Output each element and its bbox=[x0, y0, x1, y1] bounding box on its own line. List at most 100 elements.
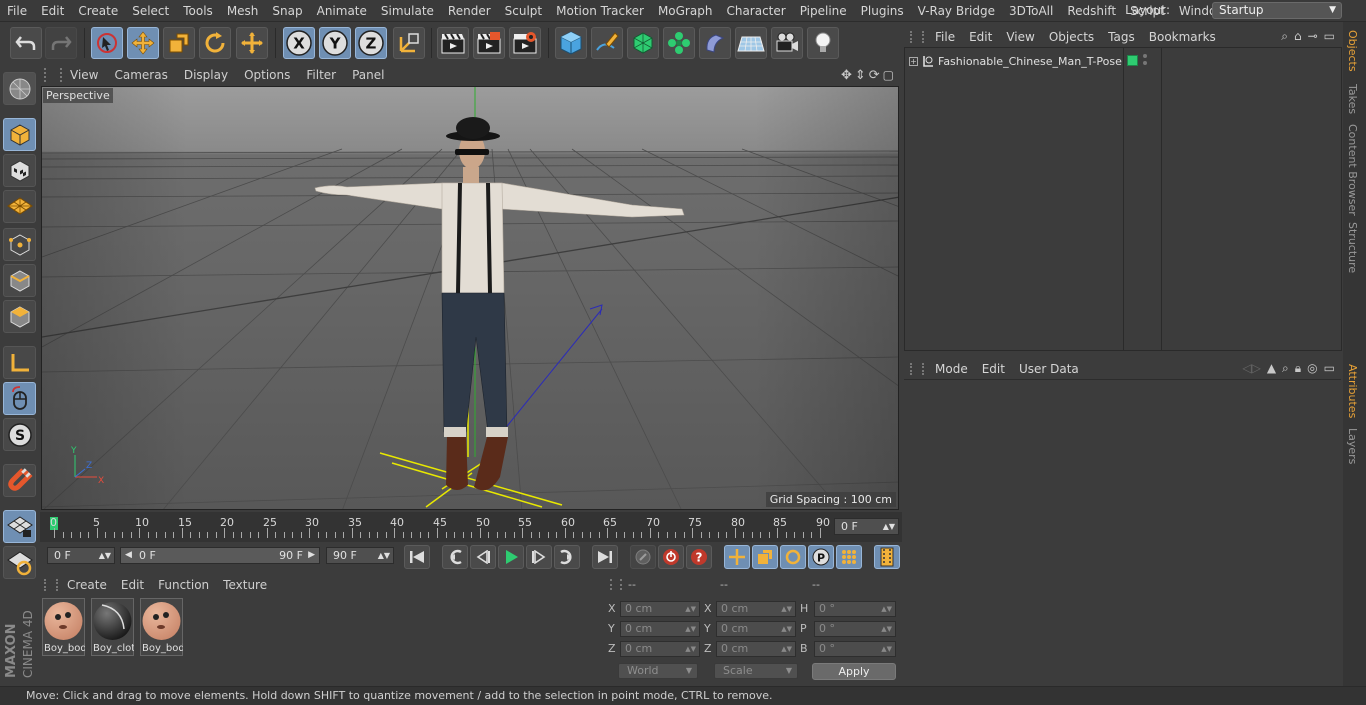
target-icon[interactable]: ◎ bbox=[1307, 361, 1317, 376]
material-menu-texture[interactable]: Texture bbox=[216, 578, 274, 592]
undo-button[interactable] bbox=[10, 27, 42, 59]
menu-redshift[interactable]: Redshift bbox=[1060, 4, 1123, 18]
quantize-button[interactable] bbox=[3, 546, 36, 579]
position-key-toggle[interactable] bbox=[724, 545, 750, 569]
menu-mesh[interactable]: Mesh bbox=[220, 4, 266, 18]
lock-icon[interactable]: 🔒︎ bbox=[1295, 361, 1301, 376]
home-icon[interactable]: ⌂ bbox=[1294, 29, 1302, 44]
editor-visibility-dot[interactable] bbox=[1143, 54, 1147, 58]
viewport-menu-options[interactable]: Options bbox=[236, 68, 298, 82]
scale-key-toggle[interactable] bbox=[752, 545, 778, 569]
edges-mode-button[interactable] bbox=[3, 264, 36, 297]
model-mode-button[interactable] bbox=[3, 118, 36, 151]
menu-sculpt[interactable]: Sculpt bbox=[498, 4, 549, 18]
next-key-button[interactable] bbox=[554, 545, 580, 569]
go-to-end-button[interactable] bbox=[592, 545, 618, 569]
new-view-icon[interactable]: ▭ bbox=[1324, 361, 1335, 376]
rotate-view-icon[interactable]: ⟳ bbox=[869, 68, 880, 83]
material-menu-function[interactable]: Function bbox=[151, 578, 216, 592]
tab-takes[interactable]: Takes bbox=[1346, 84, 1359, 114]
material-menu-create[interactable]: Create bbox=[60, 578, 114, 592]
x-axis-lock-button[interactable]: X bbox=[283, 27, 315, 59]
menu-simulate[interactable]: Simulate bbox=[374, 4, 441, 18]
tab-attributes[interactable]: Attributes bbox=[1346, 364, 1359, 418]
live-selection-button[interactable] bbox=[91, 27, 123, 59]
start-frame-field[interactable]: 0 F ▲▼ bbox=[47, 547, 115, 564]
menu-render[interactable]: Render bbox=[441, 4, 498, 18]
menu-3dtoall[interactable]: 3DToAll bbox=[1002, 4, 1060, 18]
menu-select[interactable]: Select bbox=[125, 4, 176, 18]
move-view-icon[interactable]: ✥ bbox=[841, 68, 852, 83]
pen-spline-button[interactable] bbox=[591, 27, 623, 59]
scale-tool-button[interactable] bbox=[163, 27, 195, 59]
coordinate-value-field[interactable]: 0 cm ▲▼ bbox=[620, 621, 700, 637]
layout-dropdown[interactable]: Startup ▼ bbox=[1212, 2, 1342, 19]
menu-animate[interactable]: Animate bbox=[310, 4, 374, 18]
render-view-button[interactable] bbox=[437, 27, 469, 59]
tweak-mode-button[interactable] bbox=[3, 382, 36, 415]
drag-handle-icon[interactable] bbox=[910, 30, 924, 43]
link-icon[interactable]: ⊸ bbox=[1308, 29, 1318, 44]
object-menu-tags[interactable]: Tags bbox=[1101, 30, 1142, 44]
menu-create[interactable]: Create bbox=[71, 4, 125, 18]
floor-button[interactable] bbox=[735, 27, 767, 59]
new-view-icon[interactable]: ▭ bbox=[1324, 29, 1335, 44]
coordinate-mode-dropdown[interactable]: World ▼ bbox=[618, 663, 698, 679]
axis-mode-button[interactable] bbox=[3, 346, 36, 379]
autokeying-button[interactable] bbox=[658, 545, 684, 569]
coordinate-value-field[interactable]: 0 ° ▲▼ bbox=[814, 621, 896, 637]
object-menu-objects[interactable]: Objects bbox=[1042, 30, 1101, 44]
zoom-view-icon[interactable]: ⇕ bbox=[855, 68, 866, 83]
coordinate-value-field[interactable]: 0 cm ▲▼ bbox=[716, 641, 796, 657]
coordinate-system-button[interactable] bbox=[393, 27, 425, 59]
drag-handle-icon[interactable] bbox=[610, 579, 622, 590]
make-editable-button[interactable] bbox=[3, 72, 36, 105]
apply-button[interactable]: Apply bbox=[812, 663, 896, 680]
size-mode-dropdown[interactable]: Scale ▼ bbox=[714, 663, 798, 679]
expand-icon[interactable]: + bbox=[909, 56, 918, 66]
subdivision-surface-button[interactable] bbox=[627, 27, 659, 59]
tab-structure[interactable]: Structure bbox=[1346, 222, 1359, 273]
object-menu-view[interactable]: View bbox=[999, 30, 1041, 44]
coordinate-value-field[interactable]: 0 ° ▲▼ bbox=[814, 641, 896, 657]
rotate-tool-button[interactable] bbox=[199, 27, 231, 59]
z-axis-lock-button[interactable]: Z bbox=[355, 27, 387, 59]
coordinate-value-field[interactable]: 0 ° ▲▼ bbox=[814, 601, 896, 617]
coordinate-value-field[interactable]: 0 cm ▲▼ bbox=[716, 621, 796, 637]
menu-motion-tracker[interactable]: Motion Tracker bbox=[549, 4, 651, 18]
attribute-menu-mode[interactable]: Mode bbox=[928, 362, 975, 376]
cube-primitive-button[interactable] bbox=[555, 27, 587, 59]
workplane-mode-button[interactable] bbox=[3, 190, 36, 223]
menu-v-ray-bridge[interactable]: V-Ray Bridge bbox=[911, 4, 1002, 18]
tab-content-browser[interactable]: Content Browser bbox=[1346, 124, 1359, 216]
attribute-menu-edit[interactable]: Edit bbox=[975, 362, 1012, 376]
light-button[interactable] bbox=[807, 27, 839, 59]
y-axis-lock-button[interactable]: Y bbox=[319, 27, 351, 59]
drag-handle-icon[interactable] bbox=[44, 68, 62, 82]
enable-snap-grid-button[interactable] bbox=[3, 510, 36, 543]
search-icon[interactable]: ⌕ bbox=[1282, 361, 1289, 376]
move-tool-button[interactable] bbox=[127, 27, 159, 59]
viewport-menu-filter[interactable]: Filter bbox=[298, 68, 344, 82]
object-menu-file[interactable]: File bbox=[928, 30, 962, 44]
camera-button[interactable] bbox=[771, 27, 803, 59]
menu-plugins[interactable]: Plugins bbox=[854, 4, 911, 18]
end-frame-field[interactable]: 90 F ▲▼ bbox=[326, 547, 394, 564]
redo-button[interactable] bbox=[45, 27, 77, 59]
layer-color-tag[interactable] bbox=[1127, 55, 1138, 66]
record-active-objects-button[interactable] bbox=[630, 545, 656, 569]
tab-layers[interactable]: Layers bbox=[1346, 428, 1359, 464]
viewport-menu-view[interactable]: View bbox=[62, 68, 106, 82]
coordinate-value-field[interactable]: 0 cm ▲▼ bbox=[620, 601, 700, 617]
material-swatch[interactable]: Boy_clot bbox=[91, 598, 134, 656]
drag-handle-icon[interactable] bbox=[44, 578, 58, 591]
viewport-menu-panel[interactable]: Panel bbox=[344, 68, 392, 82]
search-icon[interactable]: ⌕ bbox=[1281, 29, 1288, 44]
range-left-arrow-icon[interactable]: ◀ bbox=[125, 548, 132, 563]
cloner-button[interactable] bbox=[663, 27, 695, 59]
object-name[interactable]: Fashionable_Chinese_Man_T-Pose bbox=[938, 55, 1122, 68]
polygons-mode-button[interactable] bbox=[3, 300, 36, 333]
previous-frame-button[interactable] bbox=[470, 545, 496, 569]
drag-handle-icon[interactable] bbox=[910, 362, 924, 375]
attribute-menu-user-data[interactable]: User Data bbox=[1012, 362, 1086, 376]
